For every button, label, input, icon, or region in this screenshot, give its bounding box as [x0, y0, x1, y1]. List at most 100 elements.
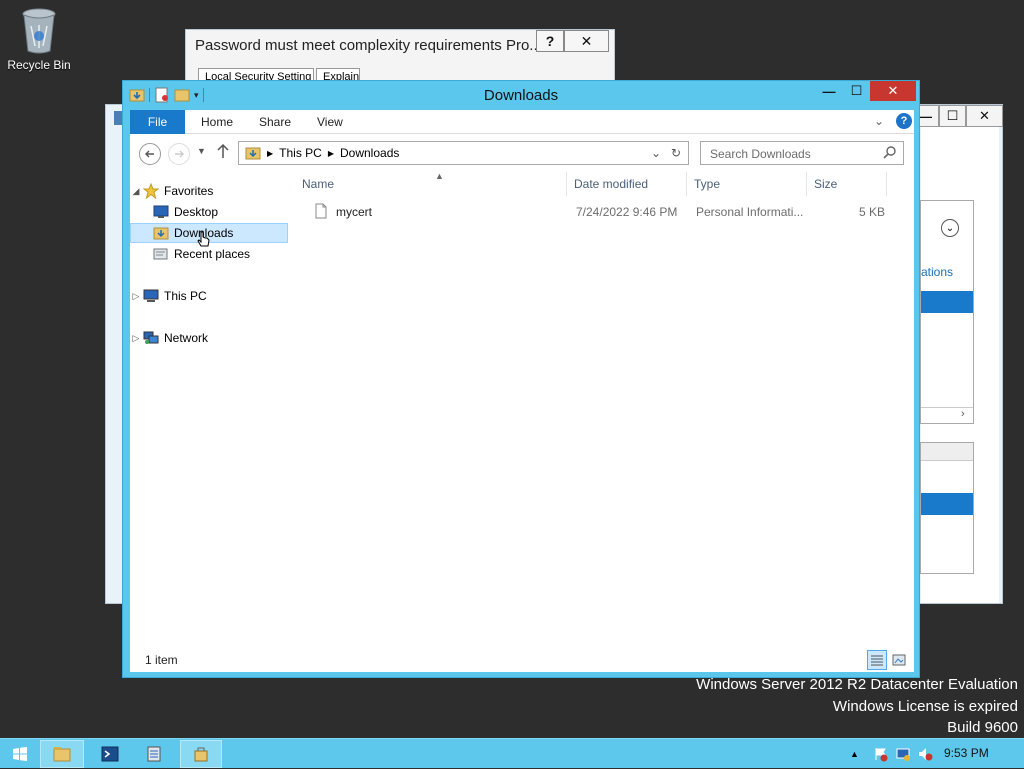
- expand-icon[interactable]: ▷: [130, 291, 142, 302]
- taskbar-server-manager[interactable]: [132, 740, 176, 768]
- details-view-icon: [871, 655, 883, 666]
- search-box[interactable]: Search Downloads: [700, 141, 904, 165]
- ribbon: File Home Share View ⌄ ?: [130, 110, 914, 134]
- tree-this-pc[interactable]: ▷ This PC: [130, 286, 288, 306]
- breadcrumb-downloads[interactable]: Downloads: [340, 146, 399, 160]
- tree-desktop[interactable]: Desktop: [130, 202, 288, 222]
- tree-favorites-label: Favorites: [164, 184, 214, 198]
- taskbar-security-policy[interactable]: [180, 740, 222, 768]
- tab-share[interactable]: Share: [259, 115, 291, 129]
- server-manager-icon: [147, 746, 161, 762]
- collapse-icon[interactable]: ◢: [130, 186, 142, 197]
- recent-locations-icon[interactable]: ▼: [197, 146, 206, 156]
- tree-this-pc-label: This PC: [164, 289, 207, 303]
- scroll-right-icon[interactable]: ›: [961, 408, 965, 420]
- recent-places-icon: [152, 246, 170, 262]
- item-count: 1 item: [145, 653, 178, 667]
- file-name: mycert: [336, 205, 372, 219]
- title-bar[interactable]: ▾ Downloads — ☐ ✕: [123, 81, 919, 109]
- desktop-icon: [152, 204, 170, 220]
- maximize-button[interactable]: ☐: [843, 81, 870, 101]
- content-area: ◢ Favorites Desktop Downloads Recent pla…: [130, 171, 914, 642]
- tab-view[interactable]: View: [317, 115, 343, 129]
- up-arrow-icon: [217, 143, 229, 158]
- breadcrumb-separator-icon[interactable]: ▶: [267, 149, 273, 158]
- ribbon-expand-icon[interactable]: ⌄: [874, 114, 884, 128]
- expand-chevron-icon[interactable]: ⌄: [941, 219, 959, 237]
- column-date-modified[interactable]: Date modified: [567, 172, 687, 196]
- navigation-bar: ▼ ▶ This PC ▶ Downloads ⌄ ↻ Search Downl…: [130, 134, 914, 172]
- recycle-bin[interactable]: Recycle Bin: [4, 6, 74, 72]
- forward-arrow-icon: [175, 150, 184, 158]
- selected-row: [921, 291, 973, 313]
- watermark-license: Windows License is expired: [832, 697, 1018, 715]
- forward-button[interactable]: [168, 143, 190, 165]
- recycle-bin-icon: [22, 8, 56, 54]
- hand-cursor-icon: [197, 231, 210, 247]
- tree-favorites[interactable]: ◢ Favorites: [130, 181, 288, 201]
- computer-icon: [142, 288, 160, 304]
- actions-link[interactable]: ations: [921, 265, 953, 279]
- tree-recent-label: Recent places: [174, 247, 251, 261]
- window-title: Downloads: [483, 87, 559, 104]
- up-button[interactable]: [216, 143, 230, 162]
- file-row[interactable]: mycert 7/24/2022 9:46 PM Personal Inform…: [295, 202, 895, 222]
- sort-ascending-icon: ▲: [435, 171, 444, 181]
- file-tab[interactable]: File: [130, 110, 185, 134]
- column-date-label: Date modified: [574, 177, 649, 191]
- explorer-window[interactable]: ▾ Downloads — ☐ ✕ File Home Share View ⌄…: [122, 80, 920, 678]
- large-icons-view-button[interactable]: [889, 650, 909, 670]
- file-list: Name ▲ Date modified Type Size mycert 7/…: [295, 171, 914, 642]
- column-name[interactable]: Name ▲: [295, 171, 567, 196]
- breadcrumb-this-pc[interactable]: This PC: [279, 146, 322, 160]
- large-icons-view-icon: [892, 654, 906, 666]
- volume-muted-icon[interactable]: [917, 746, 933, 762]
- file-type: Personal Informati...: [696, 205, 804, 219]
- column-size[interactable]: Size: [807, 172, 887, 196]
- close-button[interactable]: ✕: [870, 81, 916, 101]
- column-size-label: Size: [814, 177, 838, 191]
- clock[interactable]: 9:53 PM: [944, 746, 989, 760]
- back-button[interactable]: [139, 143, 161, 165]
- tree-network[interactable]: ▷ Network: [130, 328, 288, 348]
- powershell-icon: [101, 746, 119, 762]
- actions-panel: ⌄ ations ›: [920, 200, 974, 424]
- details-view-button[interactable]: [867, 650, 887, 670]
- h-scrollbar[interactable]: ›: [921, 407, 973, 423]
- security-policy-icon: [194, 747, 208, 762]
- minimize-button[interactable]: —: [815, 81, 843, 101]
- column-type[interactable]: Type: [687, 172, 807, 196]
- back-arrow-icon: [145, 150, 154, 158]
- file-date: 7/24/2022 9:46 PM: [576, 205, 678, 219]
- tab-home[interactable]: Home: [201, 115, 233, 129]
- tree-desktop-label: Desktop: [174, 205, 219, 219]
- file-size: 5 KB: [859, 205, 886, 219]
- dialog-help-button[interactable]: ?: [536, 30, 564, 52]
- search-icon[interactable]: [883, 146, 897, 160]
- taskbar-file-explorer[interactable]: [40, 740, 84, 768]
- bg-maximize-button[interactable]: ☐: [939, 105, 966, 127]
- expand-icon[interactable]: ▷: [130, 333, 142, 344]
- network-status-icon[interactable]: [895, 746, 911, 762]
- show-hidden-icons-icon[interactable]: ▲: [850, 749, 859, 759]
- help-icon[interactable]: ?: [896, 113, 912, 129]
- refresh-icon[interactable]: ↻: [671, 146, 681, 160]
- tree-network-label: Network: [164, 331, 209, 345]
- address-bar[interactable]: ▶ This PC ▶ Downloads ⌄ ↻: [238, 141, 689, 165]
- column-type-label: Type: [694, 177, 721, 191]
- recycle-bin-label: Recycle Bin: [7, 58, 71, 72]
- breadcrumb-separator-icon[interactable]: ▶: [328, 149, 334, 158]
- address-dropdown-icon[interactable]: ⌄: [651, 146, 661, 160]
- windows-watermark: Windows Server 2012 R2 Datacenter Evalua…: [696, 674, 1018, 739]
- taskbar: ▲ 9:53 PM: [0, 738, 1024, 768]
- start-button[interactable]: [0, 740, 40, 768]
- search-input[interactable]: Search Downloads: [710, 147, 811, 161]
- dialog-close-button[interactable]: ✕: [564, 30, 609, 52]
- breadcrumb: ▶ This PC ▶ Downloads: [245, 146, 399, 160]
- bg-close-button[interactable]: ✕: [966, 105, 1003, 127]
- taskbar-powershell[interactable]: [88, 740, 132, 768]
- selected-row: [921, 493, 973, 515]
- action-center-flag-icon[interactable]: [873, 746, 889, 762]
- system-tray: ▲: [850, 739, 933, 769]
- navigation-pane: ◢ Favorites Desktop Downloads Recent pla…: [130, 172, 294, 642]
